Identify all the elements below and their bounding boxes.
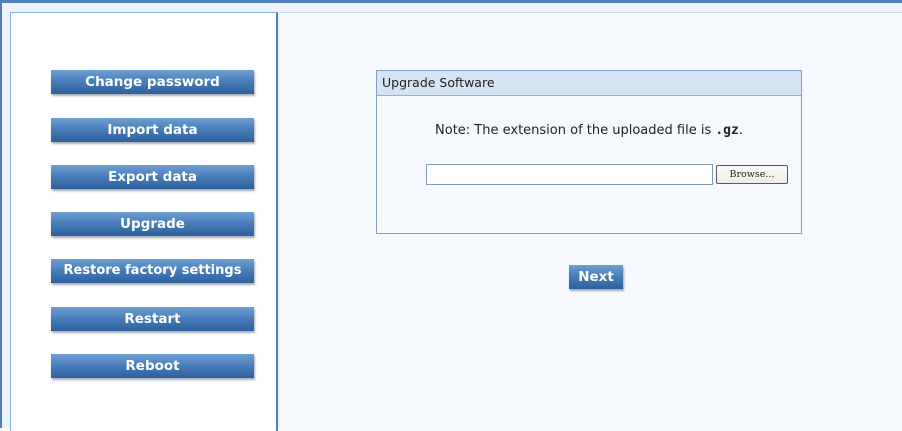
note-text: Note: The extension of the uploaded file… bbox=[435, 123, 716, 138]
browse-button[interactable]: Browse... bbox=[716, 165, 788, 184]
note-suffix: . bbox=[738, 123, 743, 138]
sidebar-menu: Change password Import data Export data … bbox=[10, 12, 278, 431]
change-password-button[interactable]: Change password bbox=[51, 70, 254, 94]
upload-note: Note: The extension of the uploaded file… bbox=[377, 123, 801, 138]
import-data-button[interactable]: Import data bbox=[51, 118, 254, 142]
file-extension: .gz bbox=[715, 123, 739, 138]
reboot-button[interactable]: Reboot bbox=[51, 354, 254, 378]
restore-factory-settings-button[interactable]: Restore factory settings bbox=[51, 259, 254, 283]
app-frame: Change password Import data Export data … bbox=[0, 0, 902, 431]
export-data-button[interactable]: Export data bbox=[51, 165, 254, 189]
file-path-input[interactable] bbox=[426, 164, 713, 185]
next-button[interactable]: Next bbox=[569, 265, 623, 289]
upgrade-software-panel: Upgrade Software Note: The extension of … bbox=[376, 70, 802, 234]
restart-button[interactable]: Restart bbox=[51, 307, 254, 331]
upgrade-button[interactable]: Upgrade bbox=[51, 212, 254, 236]
panel-title: Upgrade Software bbox=[377, 71, 801, 96]
main-content: Upgrade Software Note: The extension of … bbox=[280, 12, 902, 431]
